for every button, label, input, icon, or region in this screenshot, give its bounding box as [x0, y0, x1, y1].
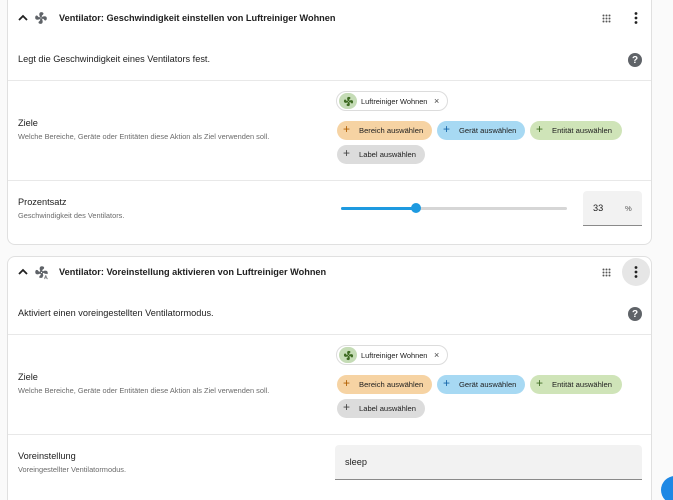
fan-auto-icon [33, 264, 49, 280]
help-icon[interactable]: ? [628, 307, 642, 321]
divider [8, 334, 651, 335]
speed-slider-thumb[interactable] [411, 203, 421, 213]
preset-sublabel: Voreingestellter Ventilatormodus. [18, 465, 127, 474]
targets-label: Ziele [18, 372, 38, 382]
more-options-button[interactable] [622, 258, 650, 286]
dots-vertical-icon [634, 266, 638, 278]
add-label-button[interactable]: + Label auswählen [337, 145, 425, 164]
entity-chip[interactable]: Luftreiniger Wohnen × [336, 91, 448, 111]
remove-icon[interactable]: × [434, 350, 439, 360]
percentage-unit: % [625, 204, 632, 213]
targets-sublabel: Welche Bereiche, Geräte oder Entitäten d… [18, 132, 270, 141]
entity-chip[interactable]: Luftreiniger Wohnen × [336, 345, 448, 365]
more-options-button[interactable] [622, 4, 650, 32]
fan-icon [339, 93, 357, 109]
action-title: Ventilator: Geschwindigkeit einstellen v… [59, 13, 336, 23]
action-description: Legt die Geschwindigkeit eines Ventilato… [18, 54, 211, 64]
plus-icon: + [343, 122, 351, 136]
drag-handle-icon[interactable] [599, 265, 613, 279]
percentage-value: 33 [593, 203, 604, 213]
help-icon[interactable]: ? [628, 53, 642, 67]
divider [8, 180, 651, 181]
add-device-button[interactable]: + Gerät auswählen [437, 121, 525, 140]
add-entity-button[interactable]: + Entität auswählen [530, 375, 622, 394]
action-header[interactable]: Ventilator: Geschwindigkeit einstellen v… [8, 0, 651, 36]
targets-label: Ziele [18, 118, 38, 128]
action-card-set-speed: Ventilator: Geschwindigkeit einstellen v… [7, 0, 652, 245]
add-device-button[interactable]: + Gerät auswählen [437, 375, 525, 394]
remove-icon[interactable]: × [434, 96, 439, 106]
add-fab-button[interactable] [661, 476, 673, 500]
divider [8, 434, 651, 435]
preset-select[interactable]: sleep [335, 445, 642, 480]
action-description: Aktiviert einen voreingestellten Ventila… [18, 308, 214, 318]
fan-icon [33, 10, 49, 26]
action-title: Ventilator: Voreinstellung aktivieren vo… [59, 267, 327, 277]
percentage-sublabel: Geschwindigkeit des Ventilators. [18, 211, 125, 220]
targets-sublabel: Welche Bereiche, Geräte oder Entitäten d… [18, 386, 270, 395]
add-label-button[interactable]: + Label auswählen [337, 399, 425, 418]
entity-chip-label: Luftreiniger Wohnen [361, 350, 428, 360]
plus-icon: + [443, 376, 451, 390]
add-entity-button[interactable]: + Entität auswählen [530, 121, 622, 140]
add-area-button[interactable]: + Bereich auswählen [337, 121, 432, 140]
preset-value: sleep [345, 457, 367, 467]
dots-vertical-icon [634, 12, 638, 24]
plus-icon: + [443, 122, 451, 136]
percentage-label: Prozentsatz [18, 197, 67, 207]
speed-slider-fill [341, 207, 416, 210]
plus-icon: + [343, 400, 351, 414]
action-card-set-preset: Ventilator: Voreinstellung aktivieren vo… [7, 256, 652, 500]
plus-icon: + [536, 122, 544, 136]
add-area-button[interactable]: + Bereich auswählen [337, 375, 432, 394]
chevron-up-icon[interactable] [16, 265, 30, 279]
plus-icon: + [536, 376, 544, 390]
action-header[interactable]: Ventilator: Voreinstellung aktivieren vo… [8, 257, 651, 287]
divider [8, 80, 651, 81]
plus-icon: + [343, 376, 351, 390]
preset-label: Voreinstellung [18, 451, 76, 461]
plus-icon: + [343, 146, 351, 160]
drag-handle-icon[interactable] [599, 11, 613, 25]
chevron-up-icon[interactable] [16, 11, 30, 25]
percentage-input[interactable]: 33 % [583, 191, 642, 226]
fan-icon [339, 347, 357, 363]
entity-chip-label: Luftreiniger Wohnen [361, 96, 428, 106]
